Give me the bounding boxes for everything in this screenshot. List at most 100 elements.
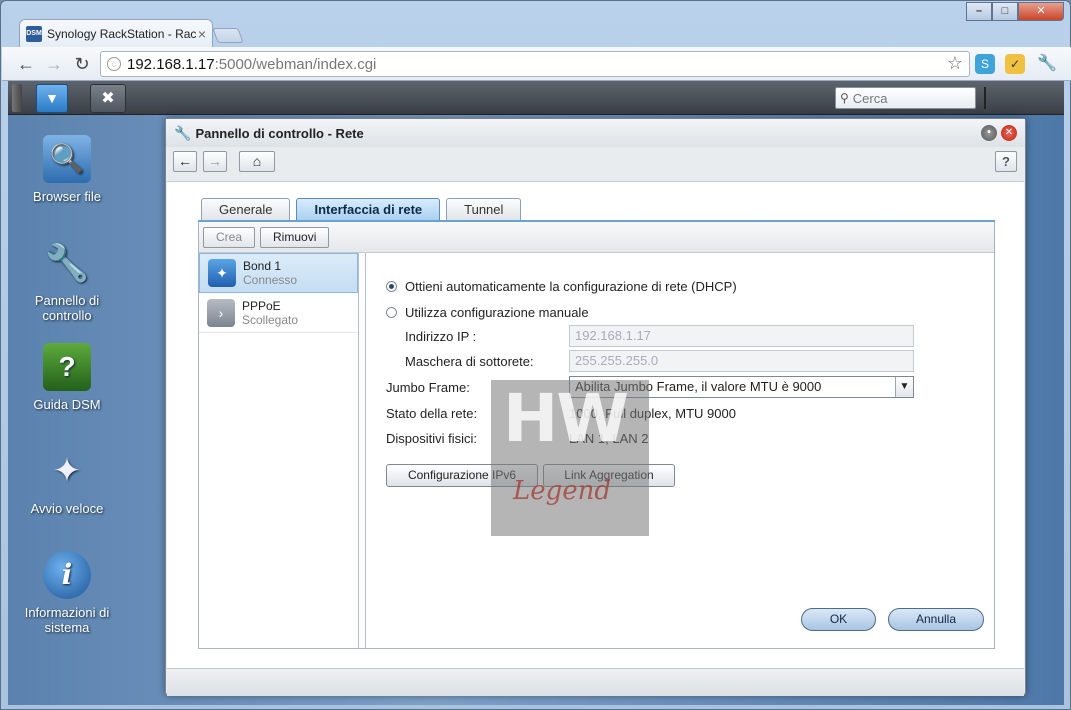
create-button[interactable]: Crea [203,227,256,248]
link-aggregation-button[interactable]: Link Aggregation [543,464,675,487]
physical-devices-label: Dispositivi fisici: [386,431,478,446]
interface-list: ✦ Bond 1 Connesso › PPPoE Scollegato [199,253,359,648]
tools-icon: ✖ [101,90,115,107]
control-panel-taskbar-button[interactable]: ✖ [90,84,126,113]
page-icon: ◌ [107,57,121,71]
tab-general[interactable]: Generale [201,198,291,220]
desktop-icon-quick-start[interactable]: ✦ Avvio veloce [14,447,120,516]
tab-tunnel[interactable]: Tunnel [446,198,522,220]
list-item-pppoe[interactable]: › PPPoE Scollegato [199,293,358,333]
interface-settings-form: Ottieni automaticamente la configurazion… [365,253,994,648]
dhcp-radio-row[interactable]: Ottieni automaticamente la configurazion… [386,279,737,294]
network-status-label: Stato della rete: [386,406,478,421]
reload-button[interactable]: ↻ [72,54,92,74]
ok-button[interactable]: OK [801,608,876,631]
desktop-icon-label: Avvio veloce [30,501,104,516]
window-titlebar[interactable]: 🔧 Pannello di controllo - Rete [166,119,1025,147]
browser-tab[interactable]: DSM Synology RackStation - Rac × [19,19,213,47]
new-tab-button[interactable] [212,28,244,43]
close-window-button[interactable]: ✕ [1018,2,1064,21]
desktop-icon-label: Informazioni di sistema [24,605,110,635]
jumbo-frame-value: Abilita Jumbo Frame, il valore MTU è 900… [575,379,822,394]
pppoe-icon: › [207,298,235,327]
network-status-value: 1000, Full duplex, MTU 9000 [569,406,736,421]
jumbo-frame-label: Jumbo Frame: [386,380,470,395]
magic-wand-icon: ✦ [52,452,82,490]
home-button[interactable]: ⌂ [239,151,275,172]
minimize-button[interactable]: – [966,2,992,21]
extension-icon[interactable]: ✓ [1005,54,1025,74]
subnet-mask-label: Maschera di sottorete: [405,354,534,369]
panel-toolbar: Crea Rimuovi [199,222,994,253]
close-window-icon[interactable]: ✕ [1001,125,1017,141]
url-host: 192.168.1.17 [127,55,215,73]
search-placeholder: Cerca [852,90,888,106]
info-icon: i [43,551,91,599]
interface-name: Bond 1 [243,259,282,273]
dsm-taskbar: ▼ ✖ ⚲ Cerca [8,81,1064,115]
browser-window: DSM Synology RackStation - Rac × – □ ✕ ←… [0,0,1071,710]
taskbar-handle [12,84,22,112]
dhcp-radio[interactable] [386,281,397,292]
tab-close-icon[interactable]: × [198,26,206,42]
bookmark-star-icon[interactable]: ☆ [947,53,963,74]
nav-forward-button[interactable]: → [203,151,227,172]
divider [984,87,986,109]
browser-toolbar: ← → ↻ ◌ 192.168.1.17:5000/webman/index.c… [2,47,1071,81]
interface-name: PPPoE [242,298,281,313]
chevron-down-icon: ▼ [45,90,59,106]
interface-status: Connesso [243,273,298,287]
interface-status: Scollegato [242,312,299,327]
ip-address-field[interactable]: 192.168.1.17 [569,325,914,347]
subnet-mask-field[interactable]: 255.255.255.0 [569,350,914,372]
wrench-icon[interactable]: 🔧 [1037,54,1057,74]
manual-label: Utilizza configurazione manuale [405,305,589,320]
bond-icon: ✦ [208,259,236,287]
tools-icon: 🔧 [174,124,192,141]
maximize-button[interactable]: □ [992,2,1018,21]
main-menu-button[interactable]: ▼ [36,84,68,113]
desktop-icon-label: Pannello di controllo [34,293,100,323]
skype-extension-icon[interactable]: S [975,54,995,74]
search-box[interactable]: ⚲ Cerca [835,87,976,109]
list-item-bond1[interactable]: ✦ Bond 1 Connesso [199,253,358,293]
tab-bar: Generale Interfaccia di rete Tunnel [201,198,527,220]
desktop-icon-file-browser[interactable]: 🔍 Browser file [14,135,120,204]
nav-back-button[interactable]: ← [173,151,197,172]
help-book-icon: ? [43,343,91,391]
tab-network-interface[interactable]: Interfaccia di rete [296,198,441,220]
manual-radio[interactable] [386,307,397,318]
forward-button[interactable]: → [44,54,64,74]
desktop-icon-dsm-help[interactable]: ? Guida DSM [14,343,120,412]
jumbo-frame-select[interactable]: Abilita Jumbo Frame, il valore MTU è 900… [569,376,914,398]
help-button[interactable]: ? [995,151,1017,172]
ip-label: Indirizzo IP : [405,329,477,344]
cancel-button[interactable]: Annulla [888,608,984,631]
address-bar[interactable]: ◌ 192.168.1.17:5000/webman/index.cgi ☆ [100,51,970,77]
window-footer [167,668,1024,696]
network-interface-panel: Crea Rimuovi ✦ Bond 1 Connesso › PPPoE S… [198,222,995,649]
control-panel-window: 🔧 Pannello di controllo - Rete • ✕ ← → ⌂… [165,118,1026,696]
back-button[interactable]: ← [16,54,36,74]
minimize-window-icon[interactable]: • [981,125,997,141]
folder-search-icon: 🔍 [43,135,91,183]
url-path: :5000/webman/index.cgi [214,55,377,73]
tab-title: Synology RackStation - Rac [47,26,197,41]
window-content: Generale Interfaccia di rete Tunnel Crea… [167,181,1024,668]
search-icon: ⚲ [840,91,849,105]
window-controls: – □ ✕ [966,2,1064,21]
remove-button[interactable]: Rimuovi [260,227,330,248]
home-icon: ⌂ [252,153,262,169]
physical-devices-value: LAN 1, LAN 2 [569,431,649,446]
desktop-icon-label: Browser file [33,189,101,204]
dhcp-label: Ottieni automaticamente la configurazion… [405,279,737,294]
ipv6-config-button[interactable]: Configurazione IPv6 [386,464,538,487]
tools-icon: 🔧 [44,242,90,283]
desktop-icon-control-panel[interactable]: 🔧 Pannello di controllo [14,239,120,323]
chevron-down-icon[interactable]: ▼ [895,377,913,397]
desktop-icon-system-info[interactable]: i Informazioni di sistema [14,551,120,635]
manual-radio-row[interactable]: Utilizza configurazione manuale [386,305,589,320]
desktop-icon-label: Guida DSM [33,397,101,412]
favicon-icon: DSM [26,25,42,42]
window-nav: ← → ⌂ [173,151,281,172]
